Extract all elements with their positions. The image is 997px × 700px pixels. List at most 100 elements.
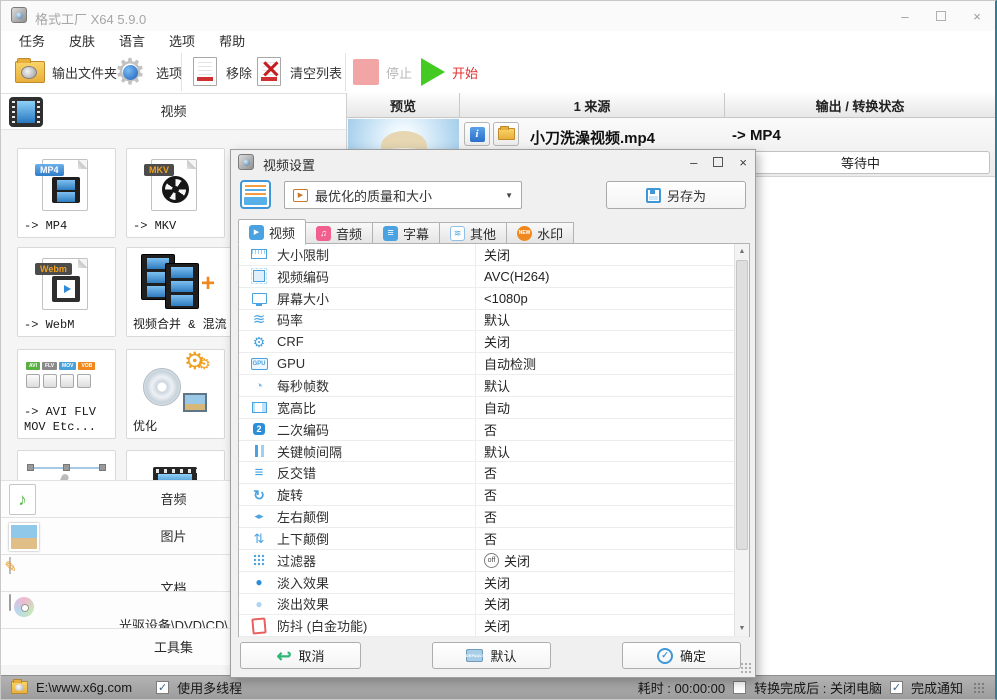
cell-label: -> AVI FLV MOV Etc...: [24, 405, 97, 434]
cell-to-webm[interactable]: Webm -> WebM: [17, 247, 116, 337]
setting-row[interactable]: 旋转 否: [239, 484, 749, 507]
setting-row[interactable]: GPU 自动检测: [239, 353, 749, 376]
setting-name: 反交错: [277, 466, 317, 482]
setting-row[interactable]: 关键帧间隔 默认: [239, 441, 749, 463]
scroll-up-icon[interactable]: ▲: [735, 244, 749, 259]
cell-optimize[interactable]: ⚙⚙ 优化: [126, 349, 225, 439]
notify-checkbox[interactable]: [889, 681, 903, 694]
dialog-controls: – ×: [690, 150, 747, 175]
column-source[interactable]: 1 来源: [460, 93, 725, 117]
stop-button[interactable]: 停止: [353, 51, 412, 93]
menu-language[interactable]: 语言: [119, 31, 145, 50]
setting-name: 防抖 (白金功能): [277, 619, 368, 635]
setting-name: 淡入效果: [277, 575, 330, 591]
scrollbar[interactable]: ▲ ▼: [734, 244, 749, 636]
cancel-button[interactable]: 取消: [240, 642, 361, 669]
setting-value: 否: [484, 422, 498, 438]
window-title: 格式工厂 X64 5.9.0: [35, 12, 147, 27]
cell-video-merge[interactable]: + 视频合并 & 混流: [126, 247, 236, 337]
minimize-icon[interactable]: –: [897, 9, 913, 24]
menu-task[interactable]: 任务: [19, 31, 45, 50]
scroll-down-icon[interactable]: ▼: [735, 621, 749, 636]
ok-check-icon: [656, 647, 673, 664]
output-folder-icon: [15, 58, 45, 83]
remove-button[interactable]: 移除: [193, 51, 252, 93]
setting-value: 默认: [484, 378, 511, 394]
setting-row[interactable]: 左右颠倒 否: [239, 506, 749, 528]
screen-size-icon: [251, 290, 267, 307]
clear-list-button[interactable]: × 清空列表: [257, 51, 342, 93]
column-output-state[interactable]: 输出 / 转换状态: [725, 93, 995, 117]
subtitle-tab-icon: [383, 225, 399, 241]
close-icon[interactable]: ×: [969, 9, 985, 24]
default-button[interactable]: 默认: [432, 642, 551, 669]
cell-to-mkv[interactable]: MKV -> MKV: [126, 148, 225, 238]
column-preview[interactable]: 预览: [347, 93, 460, 117]
preset-dropdown[interactable]: 最优化的质量和大小 ▼: [284, 181, 522, 209]
setting-value: 否: [484, 531, 498, 547]
setting-name: 上下颠倒: [277, 531, 330, 547]
preset-value: 最优化的质量和大小: [315, 188, 433, 204]
window-resize-grip[interactable]: [973, 681, 985, 694]
menu-options[interactable]: 选项: [169, 31, 195, 50]
dialog-minimize-icon[interactable]: –: [690, 155, 697, 170]
menu-bar: 任务 皮肤 语言 选项 帮助: [1, 29, 995, 51]
setting-row[interactable]: 上下颠倒 否: [239, 528, 749, 550]
tab-subtitle[interactable]: 字幕: [373, 222, 441, 244]
ok-button[interactable]: 确定: [622, 642, 741, 669]
maximize-icon[interactable]: [933, 9, 949, 24]
rotate-icon: [251, 487, 267, 503]
video-section-header[interactable]: 视频: [1, 94, 346, 130]
shutdown-checkbox[interactable]: [733, 681, 747, 694]
multithread-checkbox[interactable]: [156, 681, 170, 694]
start-button[interactable]: 开始: [421, 51, 478, 93]
tab-audio[interactable]: 音频: [306, 222, 374, 244]
cell-to-avi-flv-mov[interactable]: AVI FLV MOV VOB -> AVI FLV MOV Etc...: [17, 349, 116, 439]
setting-row[interactable]: 每秒帧数 默认: [239, 375, 749, 397]
setting-row[interactable]: CRF 关闭: [239, 331, 749, 354]
cell-to-mp4[interactable]: MP4 -> MP4: [17, 148, 116, 238]
remove-label: 移除: [226, 65, 253, 81]
save-as-button[interactable]: 另存为: [606, 181, 746, 209]
other-tab-icon: [450, 225, 466, 241]
default-label: 默认: [490, 649, 517, 664]
dialog-title: 视频设置: [263, 158, 316, 173]
floppy-icon: [645, 187, 661, 203]
tab-watermark[interactable]: 水印: [507, 222, 575, 244]
video-section-label: 视频: [160, 104, 187, 119]
setting-row[interactable]: 反交错 否: [239, 462, 749, 485]
setting-row[interactable]: 防抖 (白金功能) 关闭: [239, 615, 749, 638]
setting-row[interactable]: 屏幕大小 <1080p: [239, 288, 749, 310]
cell-label: 优化: [133, 420, 158, 434]
optimize-icon: ⚙⚙: [143, 350, 211, 414]
setting-row[interactable]: 码率 默认: [239, 310, 749, 332]
menu-help[interactable]: 帮助: [219, 31, 245, 50]
setting-name: 二次编码: [277, 422, 330, 438]
cell-label: -> MKV: [133, 219, 177, 233]
scrollbar-thumb[interactable]: [736, 260, 748, 550]
tab-other[interactable]: 其他: [440, 222, 508, 244]
setting-row[interactable]: 二次编码 否: [239, 419, 749, 441]
output-path[interactable]: E:\www.x6g.com: [36, 680, 132, 695]
dialog-close-icon[interactable]: ×: [739, 155, 747, 170]
menu-skin[interactable]: 皮肤: [69, 31, 95, 50]
setting-row[interactable]: 过滤器 off 关闭: [239, 550, 749, 572]
video-codec-icon: [251, 268, 267, 284]
setting-row[interactable]: 大小限制 关闭: [239, 244, 749, 266]
tab-video[interactable]: 视频: [238, 219, 307, 245]
output-folder-button[interactable]: 输出文件夹: [15, 51, 117, 93]
setting-value: 否: [484, 488, 498, 504]
setting-row[interactable]: 视频编码 AVC(H264): [239, 266, 749, 288]
setting-row[interactable]: 淡出效果 关闭: [239, 594, 749, 616]
dialog-resize-grip[interactable]: [740, 662, 752, 674]
setting-name: CRF: [277, 334, 304, 350]
dialog-maximize-icon[interactable]: [713, 155, 724, 170]
options-button[interactable]: 选项: [111, 51, 182, 93]
setting-name: 宽高比: [277, 400, 317, 416]
output-path-folder-icon[interactable]: [11, 679, 28, 694]
app-window: 格式工厂 X64 5.9.0 – × 任务 皮肤 语言 选项 帮助 输出文件夹 …: [0, 0, 997, 700]
setting-row[interactable]: 宽高比 自动: [239, 397, 749, 419]
dialog-app-icon: [238, 154, 254, 170]
setting-row[interactable]: 淡入效果 关闭: [239, 572, 749, 594]
dialog-title-bar: 视频设置 – ×: [231, 150, 755, 175]
